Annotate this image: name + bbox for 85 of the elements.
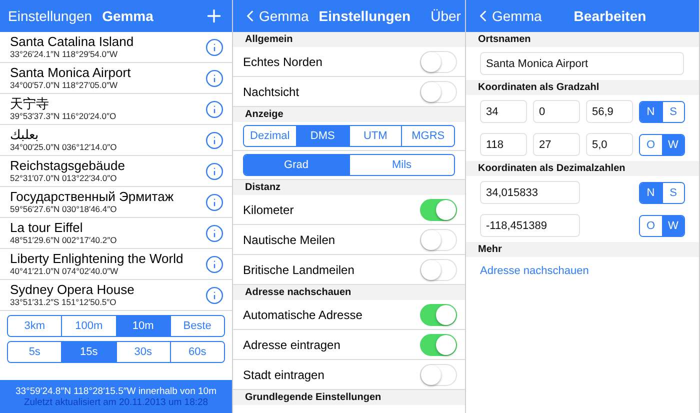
section-header: Ortsnamen xyxy=(466,32,699,47)
back-button[interactable]: Gemma xyxy=(241,7,309,25)
toggle-switch[interactable] xyxy=(420,50,457,72)
setting-label: Echtes Norden xyxy=(243,54,324,68)
nav-title: Einstellungen xyxy=(318,8,411,24)
settings-link[interactable]: Einstellungen xyxy=(8,8,92,24)
coordinate-field[interactable]: 5,0 xyxy=(586,133,633,156)
nav-title: Gemma xyxy=(102,8,154,24)
segment-option[interactable]: N xyxy=(640,182,662,202)
segment-option[interactable]: 15s xyxy=(61,342,116,362)
segment-option[interactable]: MGRS xyxy=(401,126,454,146)
decimal-field[interactable]: 34,015833 xyxy=(480,181,580,204)
info-icon[interactable] xyxy=(205,224,224,242)
setting-label: Nachtsicht xyxy=(243,84,300,98)
place-name[interactable]: Государственный Эрмитаж xyxy=(10,189,205,204)
info-icon[interactable] xyxy=(205,286,224,304)
coordinate-field[interactable]: 56,9 xyxy=(586,100,633,123)
toggle-switch[interactable] xyxy=(420,198,457,220)
info-icon[interactable] xyxy=(205,254,224,274)
decimal-field[interactable]: -118,451389 xyxy=(480,214,580,237)
place-name[interactable]: Reichstagsgebäude xyxy=(10,158,205,173)
nav-title: Bearbeiten xyxy=(574,8,646,24)
coordinate-field[interactable]: 0 xyxy=(533,100,580,123)
segment-option[interactable]: Mils xyxy=(348,155,454,175)
info-icon[interactable] xyxy=(205,38,224,56)
setting-label: Nautische Meilen xyxy=(243,232,336,246)
toggle-switch[interactable] xyxy=(420,228,457,250)
place-coordinates: 34°00′57.0″N 118°27′05.0″W xyxy=(10,80,119,91)
lookup-address-link[interactable]: Adresse nachschauen xyxy=(466,257,699,285)
coordinate-field[interactable]: 118 xyxy=(480,133,527,156)
segment-option[interactable]: DMS xyxy=(296,126,348,146)
section-header: Mehr xyxy=(466,242,699,257)
place-coordinates: 33°26′24.1″N 118°29′54.0″W xyxy=(10,49,119,60)
place-name[interactable]: Santa Monica Airport xyxy=(10,65,205,80)
place-name[interactable]: بعلبك xyxy=(10,127,205,142)
section-header: Distanz xyxy=(233,180,465,195)
current-position: 33°59′24.8″N 118°28′15.5″W innerhalb von 10m xyxy=(16,386,216,396)
info-icon[interactable] xyxy=(205,68,224,88)
last-updated: Zuletzt aktualisiert am 20.11.2013 um 18:28 xyxy=(24,396,208,408)
section-header: Koordinaten als Gradzahl xyxy=(466,80,699,95)
setting-label: Automatische Adresse xyxy=(243,308,364,322)
place-coordinates: 48°51′29.6″N 002°17′40.2″O xyxy=(10,235,118,246)
name-field[interactable]: Santa Monica Airport xyxy=(480,52,684,75)
place-coordinates: 34°00′25.0″N 036°12′14.0″O xyxy=(10,142,118,153)
segment-option[interactable]: 60s xyxy=(170,342,224,362)
segment-option[interactable]: Beste xyxy=(170,316,224,336)
setting-label: Britische Landmeilen xyxy=(243,262,356,276)
toggle-switch[interactable] xyxy=(420,334,457,356)
place-coordinates: 52°31′07.0″N 013°22′34.0″O xyxy=(10,173,118,184)
segment-option[interactable]: S xyxy=(662,102,684,122)
setting-label: Kilometer xyxy=(243,202,295,216)
place-coordinates: 39°53′37.3″N 116°20′24.0″O xyxy=(10,111,118,122)
info-icon[interactable] xyxy=(205,130,224,150)
segment-option[interactable]: 10m xyxy=(116,316,170,336)
toggle-switch[interactable] xyxy=(420,304,457,326)
setting-label: Adresse eintragen xyxy=(243,338,342,352)
segment-option[interactable]: W xyxy=(662,134,684,154)
place-coordinates: 33°51′31.2″S 151°12′50.5″O xyxy=(10,297,118,308)
place-name[interactable]: Sydney Opera House xyxy=(10,282,205,297)
segment-option[interactable]: S xyxy=(662,182,684,202)
section-header: Anzeige xyxy=(233,107,465,122)
place-name[interactable]: La tour Eiffel xyxy=(10,220,205,235)
info-icon[interactable] xyxy=(205,162,224,180)
section-header: Allgemein xyxy=(233,32,465,47)
coordinate-field[interactable]: 34 xyxy=(480,100,527,123)
setting-label: Stadt eintragen xyxy=(243,368,326,382)
segment-option[interactable]: N xyxy=(640,102,662,122)
place-coordinates: 59°56′27.6″N 030°18′46.4″O xyxy=(10,204,118,215)
coordinate-field[interactable]: 27 xyxy=(533,133,580,156)
segment-option[interactable]: W xyxy=(662,216,684,236)
info-icon[interactable] xyxy=(205,192,224,212)
place-name[interactable]: Liberty Enlightening the World xyxy=(10,251,205,266)
place-name[interactable]: Santa Catalina Island xyxy=(10,34,205,49)
toggle-switch[interactable] xyxy=(420,80,457,102)
back-button[interactable]: Gemma xyxy=(474,7,542,25)
section-header: Adresse nachschauen xyxy=(233,285,465,300)
section-header: Koordinaten als Dezimalzahlen xyxy=(466,161,699,176)
section-header: Grundlegende Einstellungen xyxy=(233,390,465,405)
segment-option[interactable]: Grad xyxy=(244,155,348,175)
place-name[interactable]: 天宁寺 xyxy=(10,96,205,111)
about-link[interactable]: Über xyxy=(430,8,461,24)
toggle-switch[interactable] xyxy=(420,364,457,386)
place-coordinates: 40°41′21.0″N 074°02′40.0″W xyxy=(10,266,120,277)
toggle-switch[interactable] xyxy=(420,258,457,280)
info-icon[interactable] xyxy=(205,100,224,118)
